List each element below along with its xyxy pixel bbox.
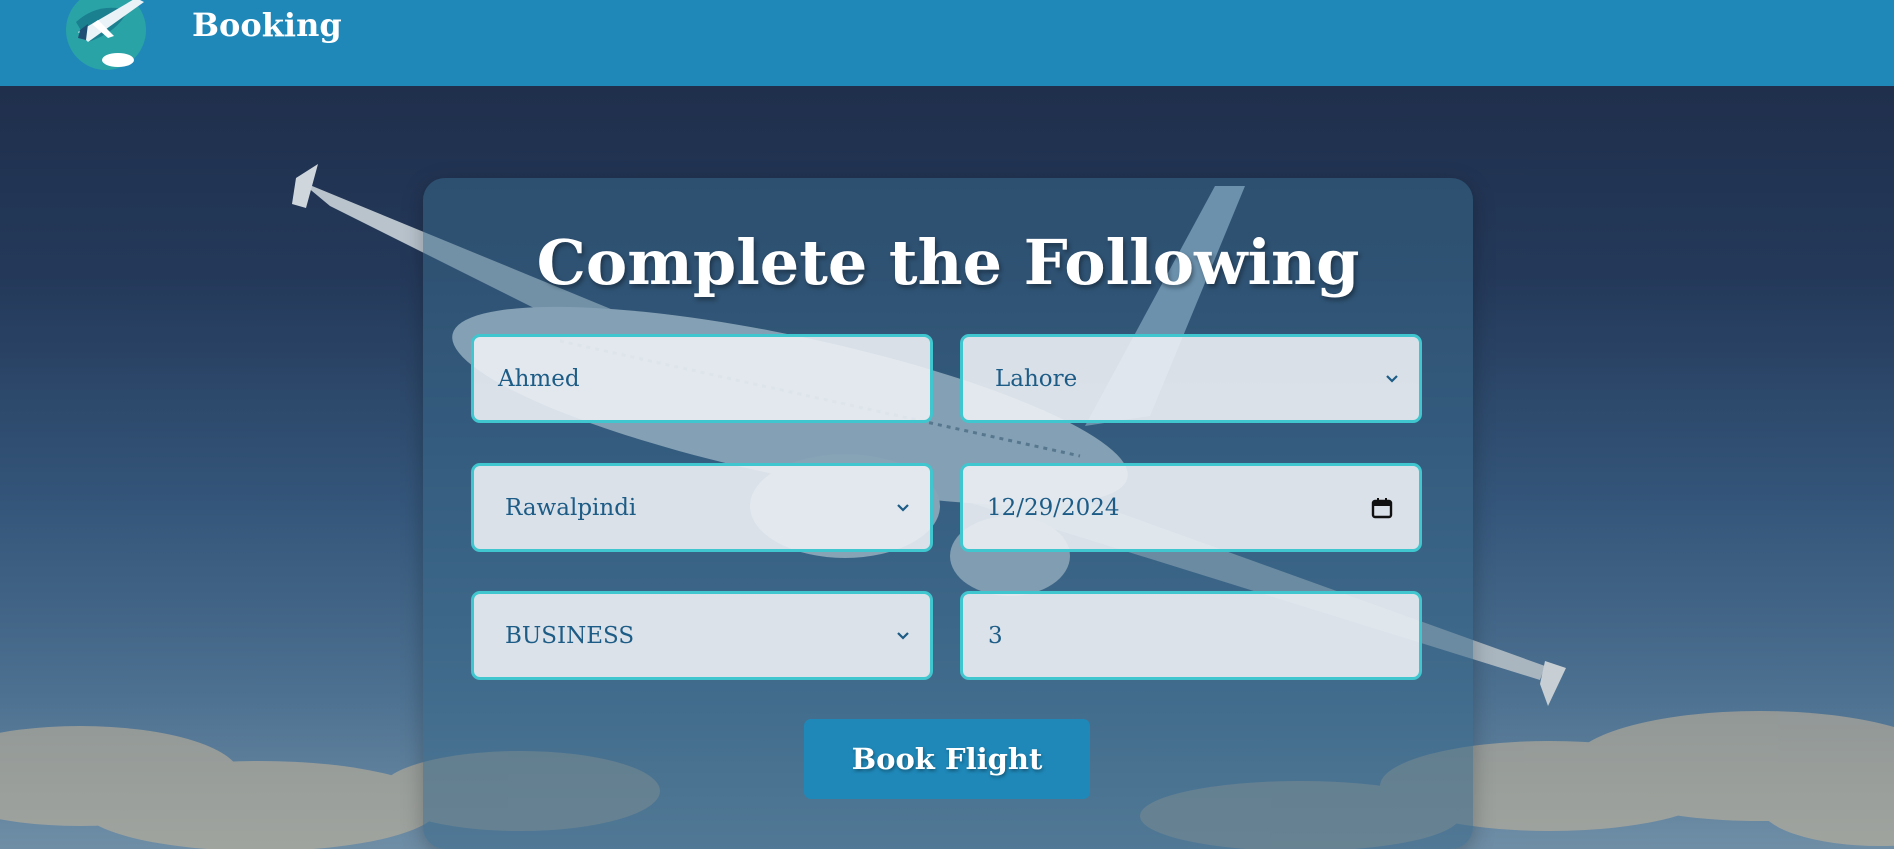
top-navbar: Booking	[0, 0, 1894, 86]
calendar-icon[interactable]	[1369, 495, 1395, 521]
chevron-down-icon	[890, 623, 916, 649]
passenger-count-input[interactable]: 3	[960, 591, 1422, 680]
passenger-count-value: 3	[988, 622, 1003, 649]
travel-date-input[interactable]: 12/29/2024	[960, 463, 1422, 552]
travel-class-select[interactable]: BUSINESS	[471, 591, 933, 680]
brand-title[interactable]: Booking	[192, 6, 342, 44]
origin-city-value: Lahore	[995, 365, 1078, 392]
passenger-name-value: Ahmed	[498, 365, 580, 392]
chevron-down-icon	[1379, 366, 1405, 392]
passenger-name-input[interactable]: Ahmed	[471, 334, 933, 423]
destination-city-value: Rawalpindi	[505, 494, 637, 521]
booking-form-card: Complete the Following Ahmed Lahore Rawa…	[423, 178, 1473, 849]
origin-city-select[interactable]: Lahore	[960, 334, 1422, 423]
book-flight-button[interactable]: Book Flight	[804, 719, 1090, 799]
form-title: Complete the Following	[536, 226, 1360, 299]
travel-date-value: 12/29/2024	[987, 494, 1120, 521]
chevron-down-icon	[890, 495, 916, 521]
travel-class-value: BUSINESS	[505, 622, 635, 649]
destination-city-select[interactable]: Rawalpindi	[471, 463, 933, 552]
airplane-globe-icon[interactable]	[58, 0, 150, 76]
